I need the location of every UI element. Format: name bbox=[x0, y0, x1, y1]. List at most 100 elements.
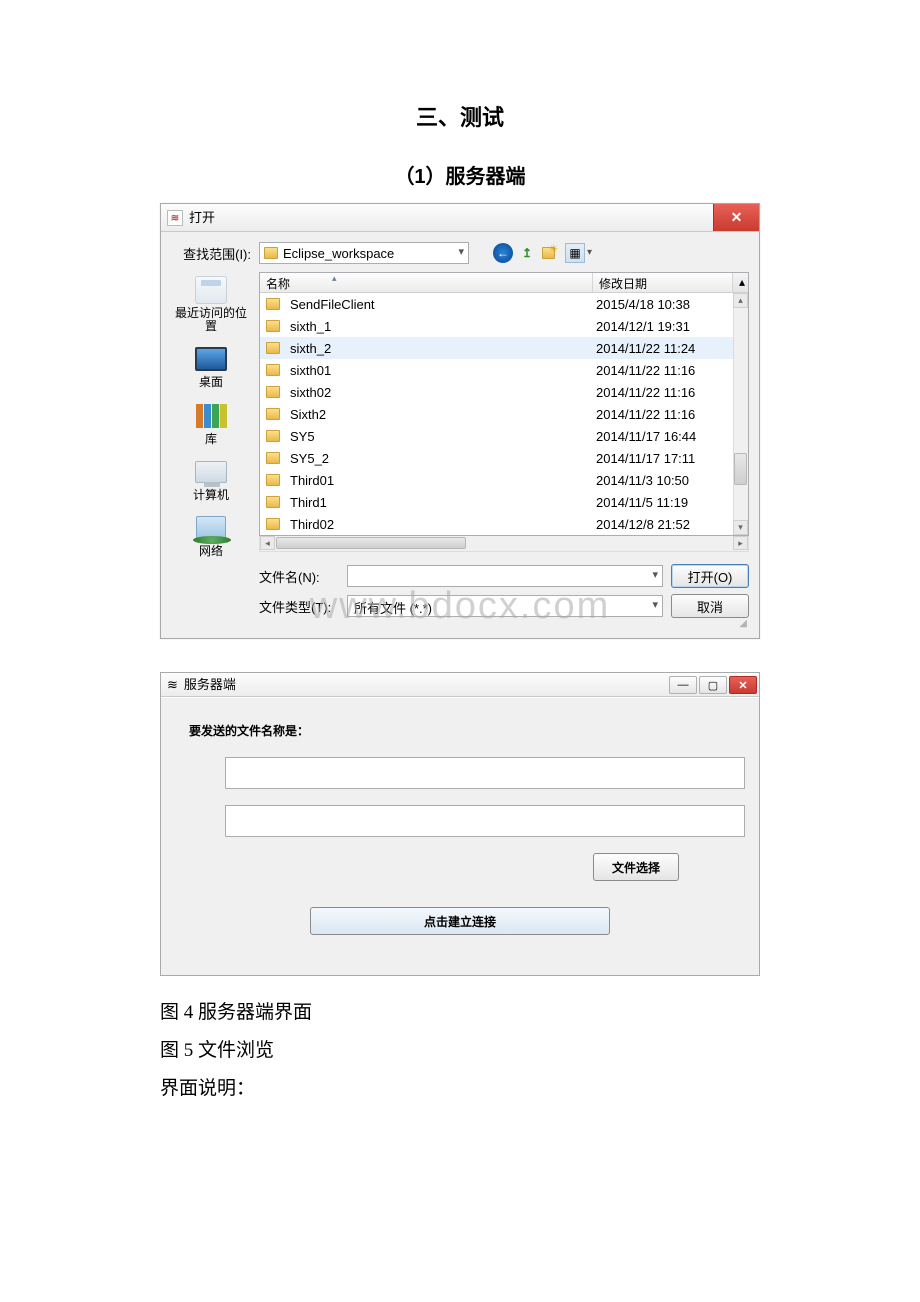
network-icon bbox=[196, 516, 226, 540]
file-list-header[interactable]: 名称 修改日期 ▴ bbox=[260, 273, 748, 293]
folder-icon bbox=[266, 386, 280, 398]
file-date: 2014/11/22 11:16 bbox=[592, 407, 732, 422]
file-row[interactable]: sixth01 2014/11/22 11:16 bbox=[260, 359, 748, 381]
scroll-down-arrow-icon[interactable]: ▾ bbox=[733, 520, 748, 535]
file-choose-button[interactable]: 文件选择 bbox=[593, 853, 679, 881]
file-row[interactable]: Sixth2 2014/11/22 11:16 bbox=[260, 403, 748, 425]
close-button[interactable]: ✕ bbox=[729, 676, 757, 694]
file-name: Sixth2 bbox=[290, 407, 326, 422]
dialog-title: 打开 bbox=[189, 204, 215, 231]
file-date: 2014/12/1 19:31 bbox=[592, 319, 732, 334]
close-button[interactable]: ✕ bbox=[713, 204, 759, 231]
recent-icon bbox=[195, 276, 227, 304]
file-row[interactable]: SY5_22014/11/17 17:11 bbox=[260, 447, 748, 469]
file-row[interactable]: sixth_22014/11/22 11:24 bbox=[260, 337, 748, 359]
place-recent[interactable]: 最近访问的位置 bbox=[171, 276, 251, 333]
open-button[interactable]: 打开(O) bbox=[671, 564, 749, 588]
java-app-icon: ≋ bbox=[167, 677, 178, 692]
file-row[interactable]: Third01 2014/11/3 10:50 bbox=[260, 469, 748, 491]
file-date: 2014/12/8 21:52 bbox=[592, 517, 732, 532]
file-date: 2015/4/18 10:38 bbox=[592, 297, 732, 312]
scroll-thumb[interactable] bbox=[734, 453, 747, 485]
file-date: 2014/11/22 11:24 bbox=[592, 341, 732, 356]
libraries-icon bbox=[195, 402, 227, 430]
file-row[interactable]: SY52014/11/17 16:44 bbox=[260, 425, 748, 447]
back-icon[interactable]: ← bbox=[493, 243, 513, 263]
file-date: 2014/11/22 11:16 bbox=[592, 385, 732, 400]
folder-icon bbox=[266, 342, 280, 354]
resize-grip-icon[interactable]: ◢ bbox=[171, 618, 749, 630]
file-date: 2014/11/5 11:19 bbox=[592, 495, 732, 510]
scroll-right-arrow-icon[interactable]: ▸ bbox=[733, 536, 748, 550]
filename-field-2[interactable] bbox=[225, 805, 745, 837]
place-network[interactable]: 网络 bbox=[195, 514, 227, 558]
file-date: 2014/11/3 10:50 bbox=[592, 473, 732, 488]
file-name: sixth01 bbox=[290, 363, 331, 378]
desktop-icon bbox=[195, 347, 227, 371]
new-folder-icon[interactable]: ✳ bbox=[541, 243, 561, 263]
file-list-panel: 名称 修改日期 ▴ SendFileClient 2015/4/18 10:38 s… bbox=[259, 272, 749, 618]
maximize-button[interactable]: ▢ bbox=[699, 676, 727, 694]
file-row[interactable]: sixth_1 2014/12/1 19:31 bbox=[260, 315, 748, 337]
titlebar-drag-area[interactable] bbox=[236, 673, 669, 696]
column-name[interactable]: 名称 bbox=[260, 273, 593, 292]
filename-input[interactable] bbox=[347, 565, 663, 587]
file-name: sixth_1 bbox=[290, 319, 331, 334]
places-bar: 最近访问的位置 桌面 库 计算机 网络 bbox=[171, 272, 251, 618]
filetype-select[interactable]: 所有文件 (*.*) bbox=[347, 595, 663, 617]
file-name: SendFileClient bbox=[290, 297, 375, 312]
folder-icon bbox=[266, 474, 280, 486]
place-desktop[interactable]: 桌面 bbox=[195, 345, 227, 389]
column-modified[interactable]: 修改日期 bbox=[593, 273, 733, 292]
file-name: Third02 bbox=[290, 517, 334, 532]
file-date: 2014/11/22 11:16 bbox=[592, 363, 732, 378]
server-titlebar[interactable]: ≋ 服务器端 — ▢ ✕ bbox=[161, 673, 759, 697]
place-libraries[interactable]: 库 bbox=[195, 402, 227, 446]
place-computer[interactable]: 计算机 bbox=[193, 458, 229, 502]
scroll-up-icon[interactable]: ▴ bbox=[733, 273, 748, 292]
folder-icon bbox=[266, 320, 280, 332]
look-in-label: 查找范围(I): bbox=[171, 244, 251, 263]
look-in-combo[interactable]: Eclipse_workspace bbox=[259, 242, 469, 264]
cancel-button[interactable]: 取消 bbox=[671, 594, 749, 618]
view-menu-icon[interactable]: ▦ bbox=[565, 243, 585, 263]
scroll-up-arrow-icon[interactable]: ▴ bbox=[733, 293, 748, 308]
figure-5-caption: 图 5 文件浏览 bbox=[160, 1032, 760, 1070]
file-row[interactable]: Third02 2014/12/8 21:52 bbox=[260, 513, 748, 535]
subsection-heading: （1）服务器端 bbox=[0, 160, 920, 189]
file-list-rows[interactable]: SendFileClient 2015/4/18 10:38 sixth_1 2014… bbox=[260, 293, 748, 535]
file-name: Third01 bbox=[290, 473, 334, 488]
file-row[interactable]: sixth02 2014/11/22 11:16 bbox=[260, 381, 748, 403]
dialog-titlebar[interactable]: ≋ 打开 ✕ bbox=[161, 204, 759, 232]
folder-icon bbox=[266, 430, 280, 442]
send-file-label: 要发送的文件名称是： bbox=[189, 722, 733, 739]
java-app-icon: ≋ bbox=[167, 210, 183, 226]
titlebar-drag-area[interactable] bbox=[215, 204, 713, 231]
hscroll-thumb[interactable] bbox=[276, 537, 466, 549]
figure-4-caption: 图 4 服务器端界面 bbox=[160, 994, 760, 1032]
horizontal-scrollbar[interactable]: ◂ ▸ bbox=[259, 536, 749, 552]
filename-field-1[interactable] bbox=[225, 757, 745, 789]
folder-icon bbox=[266, 408, 280, 420]
interface-notes-heading: 界面说明： bbox=[160, 1070, 760, 1108]
up-one-level-icon[interactable]: ↥ bbox=[517, 243, 537, 263]
file-row[interactable]: SendFileClient 2015/4/18 10:38 bbox=[260, 293, 748, 315]
folder-icon bbox=[266, 496, 280, 508]
file-name: Third1 bbox=[290, 495, 327, 510]
section-heading: 三、测试 bbox=[0, 100, 920, 132]
open-file-dialog: ≋ 打开 ✕ 查找范围(I): Eclipse_workspace ← ↥ ✳ … bbox=[160, 203, 760, 639]
filetype-label: 文件类型(T): bbox=[259, 597, 339, 616]
file-date: 2014/11/17 16:44 bbox=[592, 429, 732, 444]
file-date: 2014/11/17 17:11 bbox=[592, 451, 732, 466]
look-in-value: Eclipse_workspace bbox=[283, 246, 394, 261]
folder-icon bbox=[266, 452, 280, 464]
connect-button[interactable]: 点击建立连接 bbox=[310, 907, 610, 935]
minimize-button[interactable]: — bbox=[669, 676, 697, 694]
folder-icon bbox=[264, 247, 278, 259]
vertical-scrollbar[interactable]: ▴ ▾ bbox=[733, 293, 748, 535]
computer-icon bbox=[195, 461, 227, 483]
scroll-left-arrow-icon[interactable]: ◂ bbox=[260, 536, 275, 550]
server-title: 服务器端 bbox=[184, 673, 236, 696]
file-row[interactable]: Third1 2014/11/5 11:19 bbox=[260, 491, 748, 513]
file-name: sixth02 bbox=[290, 385, 331, 400]
